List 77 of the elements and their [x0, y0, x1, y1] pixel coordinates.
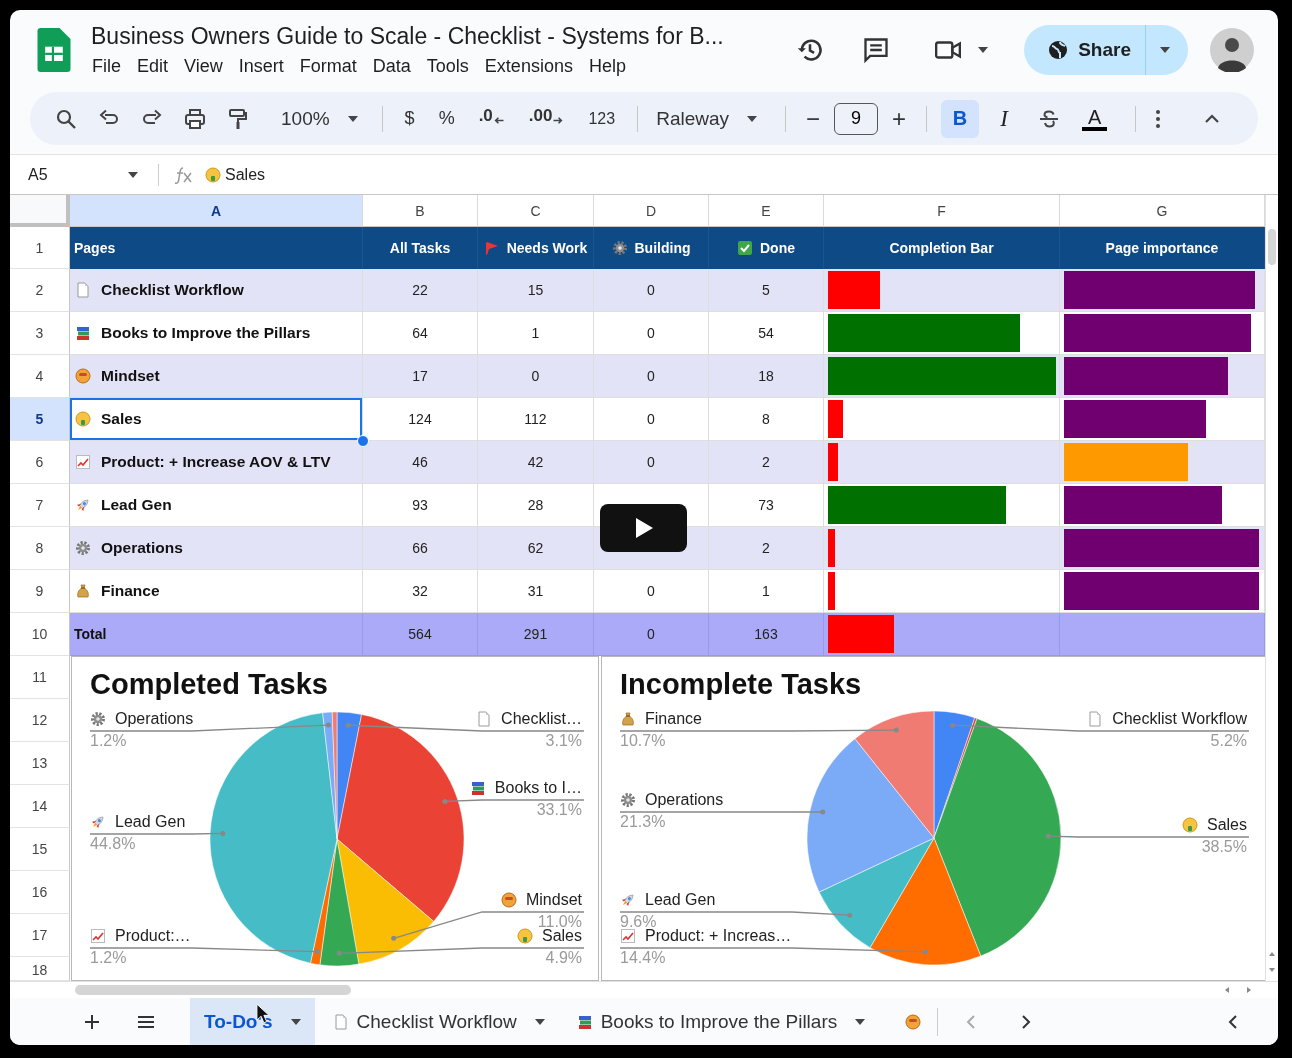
chart-value: 44.8%: [90, 835, 136, 853]
table-cell: 1: [709, 570, 824, 613]
table-cell: 46: [363, 441, 478, 484]
table-cell: 0: [594, 613, 709, 656]
chart-value: 1.2%: [90, 949, 127, 967]
chart-label: Checklist…: [501, 710, 582, 728]
page-name: Finance: [101, 582, 160, 600]
page-name: Sales: [101, 410, 142, 428]
column-title: Pages: [74, 240, 116, 256]
chart-value: 3.1%: [545, 732, 582, 750]
table-cell: 0: [594, 570, 709, 613]
table-cell: 2: [709, 527, 824, 570]
chart-value: 14.4%: [620, 949, 666, 967]
chart-label: Sales: [541, 927, 582, 945]
chart-label: Product: + Increas…: [645, 927, 792, 945]
table-cell: 0: [594, 398, 709, 441]
chart-value: 21.3%: [620, 813, 666, 831]
table-cell: 8: [709, 398, 824, 441]
chart-label: Finance: [645, 710, 702, 728]
table-cell: 564: [363, 613, 478, 656]
page-name: Mindset: [101, 367, 160, 385]
chart-value: 38.5%: [1201, 838, 1247, 856]
column-title: Completion Bar: [889, 240, 994, 256]
chart-label: Operations: [645, 791, 724, 809]
chart-value: 9.6%: [620, 913, 657, 930]
table-cell: 62: [478, 527, 594, 570]
chart-value: 10.7%: [620, 732, 666, 750]
table-cell: 1: [478, 312, 594, 355]
table-cell: 15: [478, 269, 594, 312]
table-cell: 32: [363, 570, 478, 613]
table-cell: 31: [478, 570, 594, 613]
page-name: Checklist Workflow: [101, 281, 244, 299]
table-cell: 5: [709, 269, 824, 312]
chart-value: 11.0%: [537, 913, 582, 930]
table-cell: 2: [709, 441, 824, 484]
chart-value: 4.9%: [545, 949, 582, 967]
table-cell: 28: [478, 484, 594, 527]
column-title: Building: [634, 240, 691, 256]
table-cell: 22: [363, 269, 478, 312]
chart-value: 1.2%: [90, 732, 127, 750]
chart-label: Lead Gen: [645, 891, 716, 909]
chart-label: Operations: [115, 710, 194, 728]
page-name: Product: + Increase AOV & LTV: [101, 453, 331, 471]
column-title: Done: [760, 240, 795, 256]
column-title: Needs Work: [506, 240, 588, 256]
table-cell: 0: [594, 312, 709, 355]
chart-title: Incomplete Tasks: [619, 667, 863, 701]
table-cell: 291: [478, 613, 594, 656]
table-cell: 93: [363, 484, 478, 527]
chart-label: Product:…: [115, 927, 191, 945]
table-cell: 18: [709, 355, 824, 398]
chart-label: Lead Gen: [115, 813, 186, 831]
table-cell: 0: [594, 269, 709, 312]
chart-label: Mindset: [525, 891, 582, 909]
chart-label: Checklist Workflow: [1112, 710, 1247, 728]
table-cell: 42: [478, 441, 594, 484]
page-name: Books to Improve the Pillars: [101, 324, 311, 342]
chart-label: Sales: [1206, 816, 1247, 834]
table-cell: 17: [363, 355, 478, 398]
table-cell: Total: [70, 613, 363, 656]
page-name: Operations: [101, 539, 183, 557]
chart-value: 33.1%: [536, 801, 582, 819]
column-title: Page importance: [1105, 240, 1219, 256]
page-name: Lead Gen: [101, 496, 172, 514]
table-cell: 112: [478, 398, 594, 441]
chart-title: Completed Tasks: [89, 667, 329, 701]
table-cell: 0: [478, 355, 594, 398]
table-cell: 64: [363, 312, 478, 355]
chart-label: Books to I…: [494, 779, 582, 797]
table-cell: 0: [594, 355, 709, 398]
table-cell: 73: [709, 484, 824, 527]
table-cell: 54: [709, 312, 824, 355]
chart-value: 5.2%: [1210, 732, 1247, 750]
column-title: All Tasks: [389, 240, 451, 256]
table-cell: 163: [709, 613, 824, 656]
table-cell: 0: [594, 441, 709, 484]
table-cell: 66: [363, 527, 478, 570]
